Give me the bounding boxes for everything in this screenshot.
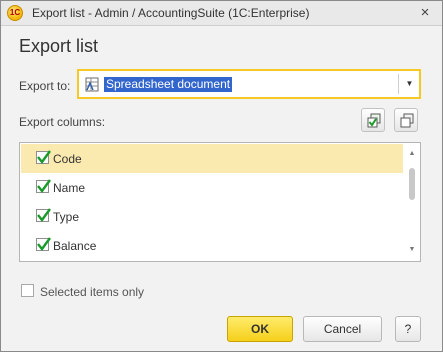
column-checkbox[interactable] [36, 237, 51, 251]
selected-items-only-checkbox[interactable] [21, 284, 34, 297]
dialog-heading: Export list [19, 36, 99, 56]
column-checkbox[interactable] [36, 150, 51, 164]
spreadsheet-icon [85, 77, 99, 92]
export-to-select[interactable]: Spreadsheet document ▼ [77, 69, 421, 99]
column-label: Code [53, 152, 82, 166]
chevron-down-icon[interactable]: ▼ [400, 73, 419, 95]
column-label: Type [53, 210, 80, 224]
ok-button[interactable]: OK [227, 316, 293, 342]
column-row-type[interactable]: Type [21, 202, 403, 231]
scroll-up-icon[interactable]: ▲ [408, 150, 416, 158]
app-logo-icon: 1C [7, 5, 23, 21]
selected-items-only-label[interactable]: Selected items only [40, 285, 144, 299]
scroll-down-icon[interactable]: ▼ [408, 246, 416, 254]
checkmark-icon [37, 208, 51, 222]
checkmark-icon [37, 150, 51, 164]
column-label: Name [53, 181, 86, 195]
export-to-value[interactable]: Spreadsheet document [104, 77, 233, 92]
scroll-thumb[interactable] [409, 168, 415, 200]
export-to-label: Export to: [19, 79, 71, 93]
title-bar: 1C Export list - Admin / AccountingSuite… [1, 1, 442, 26]
uncheck-all-button[interactable] [394, 108, 418, 132]
column-checkbox[interactable] [36, 179, 51, 193]
export-columns-list[interactable]: Code Name Type Balance ▲ ▼ [19, 142, 421, 262]
vertical-scrollbar[interactable]: ▲ ▼ [405, 144, 419, 260]
close-icon[interactable]: × [416, 4, 434, 22]
column-row-name[interactable]: Name [21, 173, 403, 202]
cancel-button[interactable]: Cancel [303, 316, 382, 342]
combo-divider [398, 74, 399, 94]
column-row-balance[interactable]: Balance [21, 231, 403, 260]
help-button[interactable]: ? [395, 316, 421, 342]
column-label: Balance [53, 239, 97, 253]
export-columns-label: Export columns: [19, 115, 106, 129]
column-row-code[interactable]: Code [21, 144, 403, 173]
check-all-button[interactable] [361, 108, 385, 132]
checkmark-icon [37, 237, 51, 251]
checkmark-icon [37, 179, 51, 193]
column-checkbox[interactable] [36, 208, 51, 222]
export-list-window: 1C Export list - Admin / AccountingSuite… [0, 0, 443, 352]
window-title: Export list - Admin / AccountingSuite (1… [32, 6, 310, 20]
